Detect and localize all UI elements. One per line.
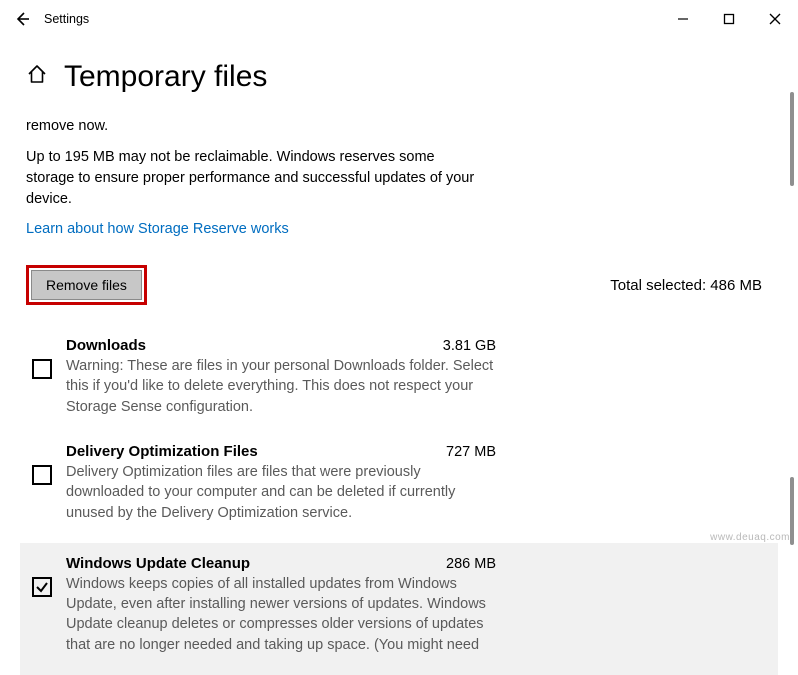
storage-reserve-link[interactable]: Learn about how Storage Reserve works <box>26 221 289 237</box>
checkbox-windows-update-cleanup[interactable] <box>32 577 52 597</box>
item-size: 3.81 GB <box>423 338 496 354</box>
back-button[interactable] <box>0 0 44 38</box>
item-title: Downloads <box>66 337 146 354</box>
reserve-note: Up to 195 MB may not be reclaimable. Win… <box>26 147 486 210</box>
titlebar: Settings <box>0 0 798 38</box>
scrollbar[interactable] <box>790 92 794 186</box>
checkmark-icon <box>35 580 49 594</box>
item-desc: Delivery Optimization files are files th… <box>66 462 496 523</box>
minimize-icon <box>677 13 689 25</box>
item-body: Downloads 3.81 GB Warning: These are fil… <box>66 337 496 417</box>
page-title: Temporary files <box>64 60 267 94</box>
watermark: www.deuaq.com <box>710 532 790 543</box>
remove-files-button[interactable]: Remove files <box>31 270 142 300</box>
window-controls <box>660 3 798 35</box>
item-title: Delivery Optimization Files <box>66 443 258 460</box>
app-title: Settings <box>44 12 89 26</box>
remove-files-highlight: Remove files <box>26 265 147 305</box>
checkbox-downloads[interactable] <box>32 359 52 379</box>
action-row: Remove files Total selected: 486 MB <box>26 265 772 305</box>
close-button[interactable] <box>752 3 798 35</box>
item-title: Windows Update Cleanup <box>66 555 250 572</box>
intro-partial: remove now. <box>26 116 486 137</box>
close-icon <box>769 13 781 25</box>
total-selected: Total selected: 486 MB <box>610 277 762 294</box>
maximize-icon <box>723 13 735 25</box>
checkbox-delivery-optimization[interactable] <box>32 465 52 485</box>
minimize-button[interactable] <box>660 3 706 35</box>
item-size: 727 MB <box>426 444 496 460</box>
item-body: Windows Update Cleanup 286 MB Windows ke… <box>66 555 496 655</box>
scrollbar[interactable] <box>790 477 794 545</box>
page-header: Temporary files <box>26 60 772 94</box>
item-body: Delivery Optimization Files 727 MB Deliv… <box>66 443 496 523</box>
list-item[interactable]: Windows Update Cleanup 286 MB Windows ke… <box>20 543 778 675</box>
home-icon[interactable] <box>26 63 48 91</box>
list-item[interactable]: Downloads 3.81 GB Warning: These are fil… <box>26 331 772 437</box>
arrow-left-icon <box>13 10 31 28</box>
list-item[interactable]: Delivery Optimization Files 727 MB Deliv… <box>26 437 772 543</box>
item-desc: Warning: These are files in your persona… <box>66 356 496 417</box>
item-desc: Windows keeps copies of all installed up… <box>66 574 496 655</box>
maximize-button[interactable] <box>706 3 752 35</box>
content: Temporary files remove now. Up to 195 MB… <box>0 60 798 675</box>
item-size: 286 MB <box>426 556 496 572</box>
